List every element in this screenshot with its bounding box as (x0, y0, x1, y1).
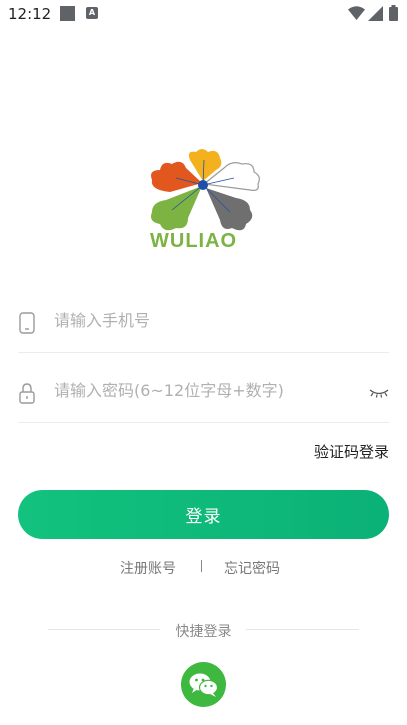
signal-icon (368, 6, 383, 21)
password-field (18, 366, 389, 423)
login-button[interactable]: 登录 (18, 490, 389, 539)
app-logo: WULIAO (146, 148, 264, 254)
logo-text: WULIAO (150, 230, 238, 252)
notification-a-icon: A (86, 7, 98, 19)
wechat-login-button[interactable] (181, 662, 226, 707)
account-links: 注册账号 忘记密码 (0, 558, 407, 580)
phone-icon (19, 312, 35, 334)
eye-closed-icon[interactable] (369, 388, 389, 398)
forgot-password-link[interactable]: 忘记密码 (224, 558, 280, 578)
quick-login-label: 快捷登录 (175, 624, 232, 640)
lock-icon (19, 383, 35, 404)
link-divider (201, 560, 202, 572)
notification-square-icon (60, 6, 75, 21)
phone-field (18, 296, 389, 353)
phone-input[interactable] (54, 302, 354, 338)
battery-icon (389, 5, 398, 21)
quick-login-divider: 快捷登录 (48, 620, 359, 640)
status-bar: 12:12 A (0, 0, 407, 28)
wifi-icon (348, 6, 365, 20)
wechat-icon (189, 673, 219, 697)
status-time: 12:12 (8, 5, 52, 23)
divider-line-right (246, 629, 359, 630)
register-link[interactable]: 注册账号 (120, 558, 176, 578)
code-login-link[interactable]: 验证码登录 (314, 441, 389, 462)
password-input[interactable] (54, 372, 354, 408)
